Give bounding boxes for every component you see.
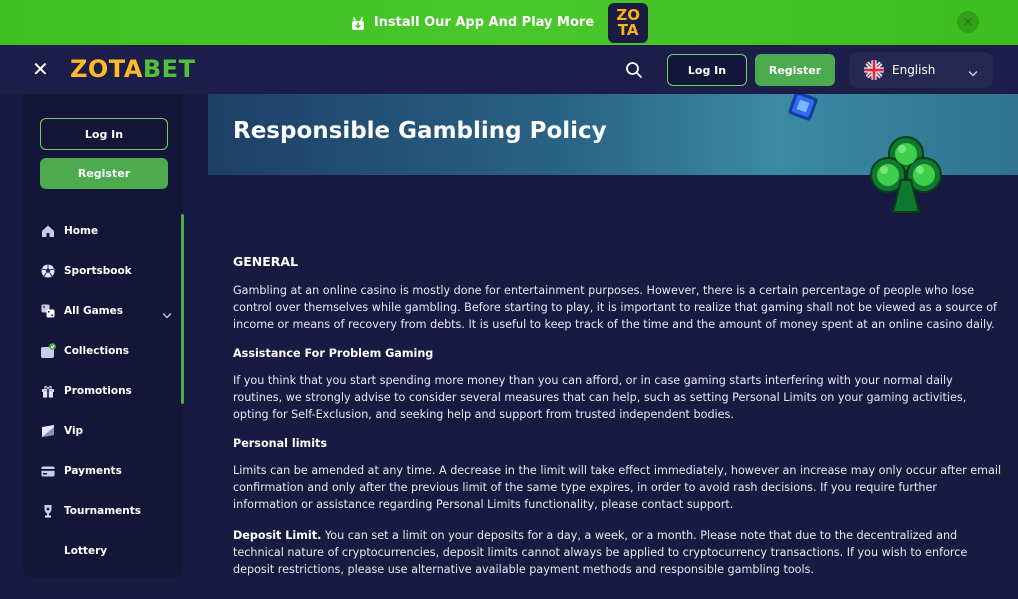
deposit-limit-paragraph: Deposit Limit. You can set a limit on yo… [233, 527, 1003, 578]
deposit-limit-text: You can set a limit on your deposits for… [233, 529, 968, 576]
sidebar-item-label: Home [64, 225, 99, 237]
sidebar-item-label: Payments [64, 465, 122, 477]
uk-flag-icon [864, 60, 884, 80]
sidebar-item-label: Vip [64, 425, 84, 437]
sidebar-item-label: Tournaments [64, 505, 142, 517]
sidebar-item-home[interactable]: Home [40, 219, 170, 243]
dice-icon [40, 303, 56, 319]
language-selector[interactable]: English [849, 52, 993, 88]
sidebar-item-lottery[interactable]: Lottery [40, 539, 170, 563]
zotabet-logo[interactable]: ZOTABET [70, 55, 195, 83]
policy-content: GENERAL Gambling at an online casino is … [233, 254, 1003, 578]
sidebar-scrollbar[interactable] [181, 214, 184, 404]
sidebar-item-tournaments[interactable]: Tournaments [40, 499, 170, 523]
header-login-button[interactable]: Log In [667, 54, 747, 86]
page-title: Responsible Gambling Policy [233, 118, 607, 144]
sidebar-item-sportsbook[interactable]: Sportsbook [40, 259, 170, 283]
chevron-down-icon [968, 64, 978, 77]
header-register-button[interactable]: Register [755, 54, 835, 86]
trophy-icon [40, 503, 56, 519]
sidebar-item-label: All Games [64, 305, 123, 317]
collection-icon [40, 343, 56, 359]
assistance-paragraph: If you think that you start spending mor… [233, 374, 967, 421]
lottery-icon [40, 543, 56, 559]
sidebar-item-label: Lottery [64, 545, 108, 557]
personal-limits-heading: Personal limits [233, 437, 328, 450]
sidebar-item-label: Promotions [64, 385, 132, 397]
sidebar-item-label: Collections [64, 345, 130, 357]
general-paragraph: Gambling at an online casino is mostly d… [233, 284, 997, 331]
general-heading: GENERAL [233, 254, 299, 269]
app-install-icon [350, 15, 366, 31]
sidebar: Log In Register Home Sportsbook All Game… [23, 94, 184, 578]
sidebar-item-all-games[interactable]: All Games [40, 299, 172, 323]
promo-content[interactable]: Install Our App And Play More ZO TA [350, 2, 649, 43]
search-icon[interactable] [624, 60, 644, 80]
sidebar-item-collections[interactable]: Collections [40, 339, 170, 363]
soccer-ball-icon [40, 263, 56, 279]
sidebar-login-button[interactable]: Log In [40, 118, 168, 150]
personal-limits-paragraph: Limits can be amended at any time. A dec… [233, 464, 1002, 511]
menu-close-icon[interactable]: ✕ [32, 59, 52, 79]
assistance-heading: Assistance For Problem Gaming [233, 347, 434, 360]
sidebar-register-button[interactable]: Register [40, 158, 168, 189]
promo-text: Install Our App And Play More [373, 15, 595, 30]
blue-gem-icon [783, 94, 823, 126]
green-clover-gem-icon [863, 130, 949, 216]
deposit-limit-label: Deposit Limit. [233, 529, 322, 542]
sidebar-item-promotions[interactable]: Promotions [40, 379, 170, 403]
vip-flag-icon [40, 423, 56, 439]
chevron-down-icon[interactable] [162, 306, 172, 319]
logo-bottom-letters: TA [617, 20, 639, 39]
sidebar-item-payments[interactable]: Payments [40, 459, 170, 483]
top-header: ✕ ZOTABET Log In Register English [0, 45, 1018, 94]
app-promo-banner: Install Our App And Play More ZO TA × [0, 0, 1018, 45]
brand-bet: BET [142, 55, 196, 83]
wallet-icon [40, 463, 56, 479]
language-label: English [892, 63, 936, 77]
sidebar-item-label: Sportsbook [64, 265, 132, 277]
home-icon [40, 223, 56, 239]
zota-app-logo: ZO TA [608, 2, 649, 43]
gift-icon [40, 383, 56, 399]
sidebar-item-vip[interactable]: Vip [40, 419, 170, 443]
brand-zota: ZOTA [70, 55, 143, 83]
promo-close-button[interactable]: × [957, 11, 979, 33]
